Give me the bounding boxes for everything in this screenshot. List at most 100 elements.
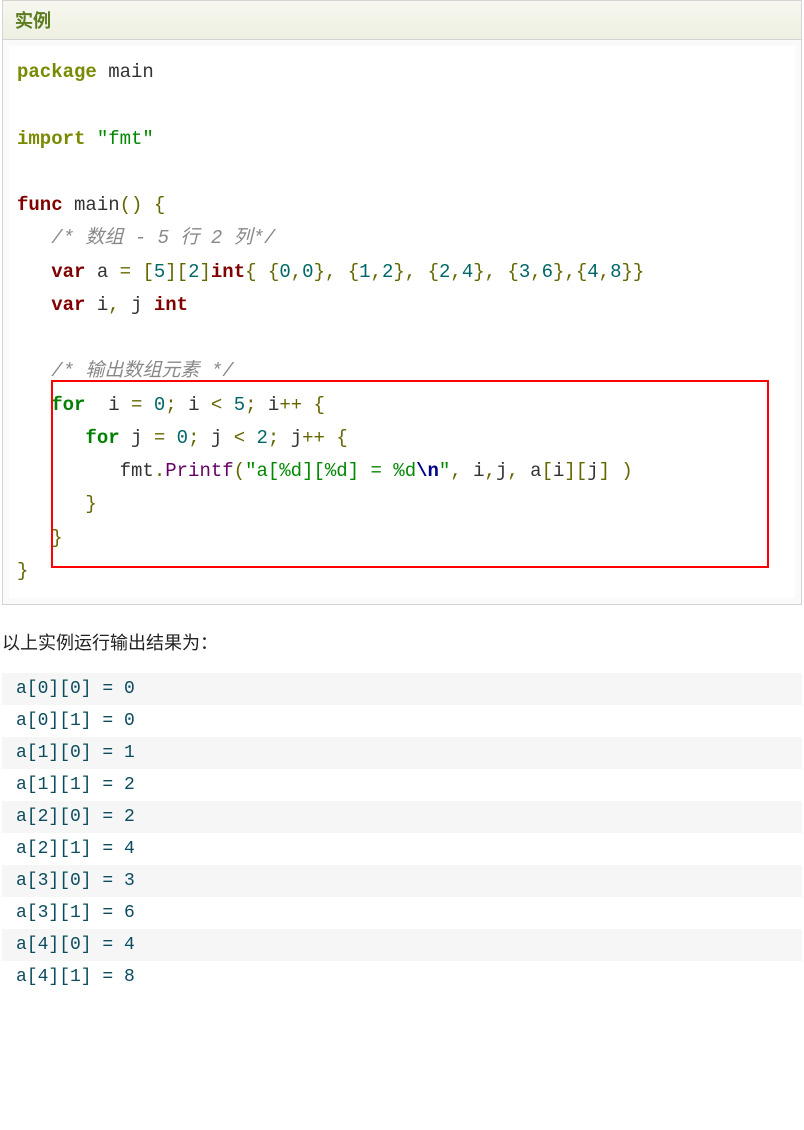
kw-import: import xyxy=(17,128,85,150)
output-block: a[0][0] = 0 a[0][1] = 0 a[1][0] = 1 a[1]… xyxy=(2,673,802,993)
for-sp xyxy=(142,394,153,416)
for2-eq: = xyxy=(154,427,165,449)
paren-main: () xyxy=(120,194,143,216)
cb5: }} xyxy=(621,261,644,283)
ident-main: main xyxy=(97,61,154,83)
type-int2: int xyxy=(154,294,188,316)
n5: 5 xyxy=(154,261,165,283)
v31: 6 xyxy=(542,261,553,283)
for-lt: < xyxy=(211,394,222,416)
for-i: i xyxy=(85,394,131,416)
pc3: , xyxy=(507,460,518,482)
output-line: a[4][1] = 8 xyxy=(2,961,802,993)
printf: Printf xyxy=(165,460,233,482)
for-i2: i xyxy=(177,394,211,416)
c1: , xyxy=(291,261,302,283)
type-int: int xyxy=(211,261,245,283)
for2-sp xyxy=(165,427,176,449)
for-0: 0 xyxy=(154,394,165,416)
for2-j3: j xyxy=(279,427,302,449)
for2-sp2 xyxy=(245,427,256,449)
ident-i: i xyxy=(85,294,108,316)
for-5: 5 xyxy=(234,394,245,416)
op-paren: ( xyxy=(234,460,245,482)
output-line: a[0][0] = 0 xyxy=(2,673,802,705)
b3: ] xyxy=(200,261,211,283)
ident-a: a xyxy=(85,261,119,283)
for-pp: ++ { xyxy=(279,394,325,416)
output-line: a[2][1] = 4 xyxy=(2,833,802,865)
v20: 2 xyxy=(439,261,450,283)
v40: 4 xyxy=(587,261,598,283)
for2-0: 0 xyxy=(177,427,188,449)
kw-func: func xyxy=(17,194,63,216)
for2-j: j xyxy=(120,427,154,449)
for-i3: i xyxy=(257,394,280,416)
for2-2: 2 xyxy=(257,427,268,449)
v10: 1 xyxy=(359,261,370,283)
example-header: 实例 xyxy=(3,1,801,40)
c5: , xyxy=(599,261,610,283)
ident-j: j xyxy=(120,294,154,316)
result-label: 以上实例运行输出结果为： xyxy=(2,629,804,655)
v11: 2 xyxy=(382,261,393,283)
v21: 4 xyxy=(462,261,473,283)
v01: 0 xyxy=(302,261,313,283)
close-inner-for: } xyxy=(85,493,96,515)
close-outer-for: } xyxy=(51,527,62,549)
fmt-str2: " xyxy=(439,460,450,482)
for2-sc: ; xyxy=(188,427,199,449)
for-eq: = xyxy=(131,394,142,416)
aj: j xyxy=(587,460,598,482)
v30: 3 xyxy=(519,261,530,283)
cb1: }, { xyxy=(314,261,360,283)
kw-var2: var xyxy=(51,294,85,316)
output-line: a[1][0] = 1 xyxy=(2,737,802,769)
fmt-esc: \n xyxy=(416,460,439,482)
ab3: ] ) xyxy=(599,460,633,482)
output-line: a[1][1] = 2 xyxy=(2,769,802,801)
dot: . xyxy=(154,460,165,482)
for2-sc2: ; xyxy=(268,427,279,449)
v00: 0 xyxy=(279,261,290,283)
kw-package: package xyxy=(17,61,97,83)
ident-main2: main xyxy=(63,194,120,216)
fmt-ident: fmt xyxy=(120,460,154,482)
b1: [ xyxy=(142,261,153,283)
close-main: } xyxy=(17,560,28,582)
comma-ij: , xyxy=(108,294,119,316)
ab2: ][ xyxy=(564,460,587,482)
c2: , xyxy=(371,261,382,283)
pc1: , xyxy=(450,460,461,482)
v41: 8 xyxy=(610,261,621,283)
b2: ][ xyxy=(165,261,188,283)
for2-pp: ++ { xyxy=(302,427,348,449)
eq1: = xyxy=(120,261,131,283)
example-container: 实例 package main import "fmt" func main()… xyxy=(2,0,802,605)
output-line: a[3][0] = 3 xyxy=(2,865,802,897)
pc2: , xyxy=(485,460,496,482)
arg-i: i xyxy=(462,460,485,482)
comment-2: /* 输出数组元素 */ xyxy=(51,360,233,382)
for2-lt: < xyxy=(234,427,245,449)
kw-for2: for xyxy=(85,427,119,449)
c3: , xyxy=(450,261,461,283)
output-line: a[3][1] = 6 xyxy=(2,897,802,929)
cb4: },{ xyxy=(553,261,587,283)
for-sc2: ; xyxy=(245,394,256,416)
cb2: }, { xyxy=(393,261,439,283)
output-line: a[4][0] = 4 xyxy=(2,929,802,961)
brace-open-main: { xyxy=(142,194,165,216)
str-fmt: "fmt" xyxy=(97,128,154,150)
for-sc: ; xyxy=(165,394,176,416)
for-sp2 xyxy=(222,394,233,416)
code-block: package main import "fmt" func main() { … xyxy=(9,46,795,598)
kw-var1: var xyxy=(51,261,85,283)
arg-a: a xyxy=(519,460,542,482)
ob: { { xyxy=(245,261,279,283)
arg-j: j xyxy=(496,460,507,482)
c4: , xyxy=(530,261,541,283)
sp1 xyxy=(131,261,142,283)
n2: 2 xyxy=(188,261,199,283)
ai: i xyxy=(553,460,564,482)
